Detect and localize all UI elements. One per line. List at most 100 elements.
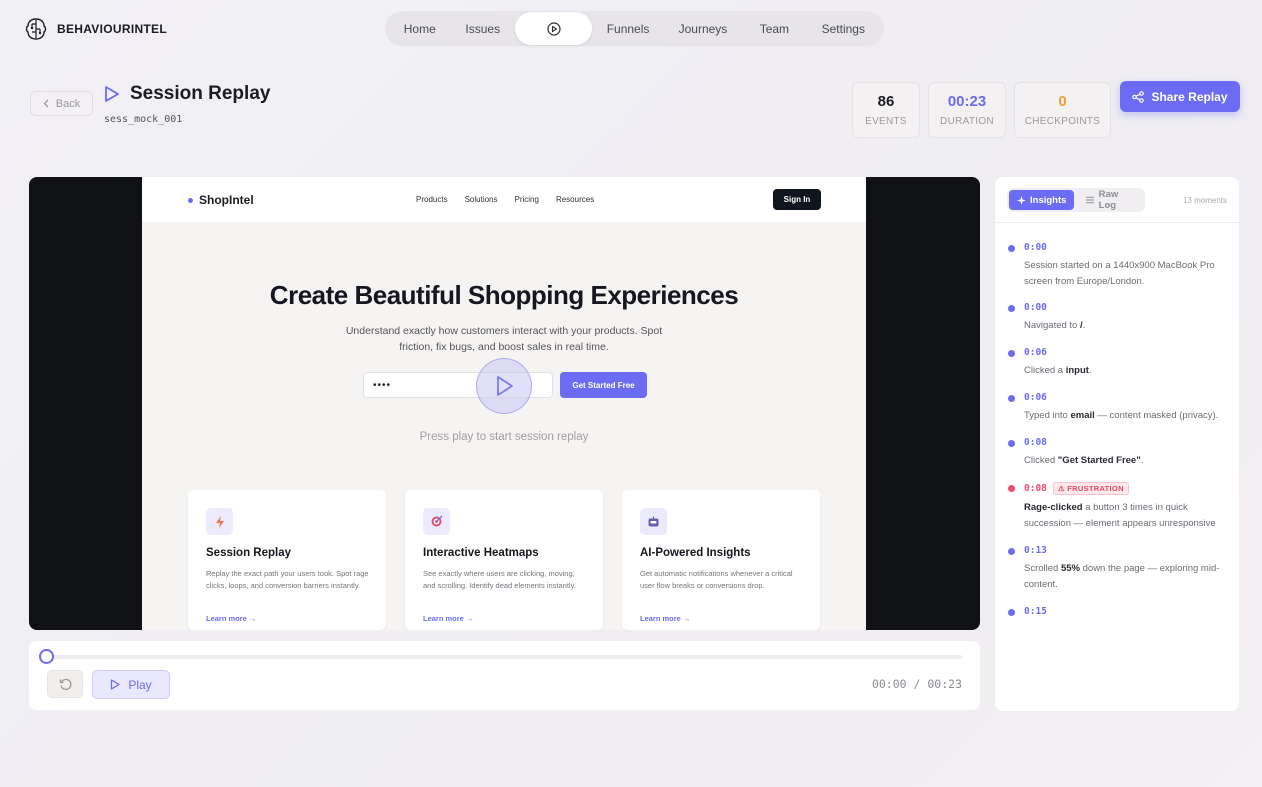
event-time-row: 0:06 [1024,347,1230,358]
timeline-event[interactable]: 0:13 Scrolled 55% down the page — explori… [1008,545,1230,593]
timeline-event[interactable]: 0:15 [1008,606,1230,617]
event-text-emphasis: input [1065,365,1089,376]
robot-icon [640,508,667,535]
event-text-part: Typed into [1024,410,1071,421]
timeline-event[interactable]: 0:06 Typed into email — content masked (p… [1008,392,1230,424]
feature-card: AI-Powered Insights Get automatic notifi… [622,490,820,630]
insights-panel: Insights Raw Log 13 moments 0:00 Session … [995,177,1239,711]
site-link-pricing: Pricing [514,195,539,204]
app-logo[interactable]: BEHAVIOURINTEL [25,17,167,41]
total-time: 00:23 [927,677,962,691]
event-text-part: Scrolled [1024,563,1061,574]
tab-insights[interactable]: Insights [1009,190,1075,210]
progress-thumb[interactable] [39,649,54,664]
restart-icon [59,678,72,690]
timeline-event[interactable]: 0:00 Session started on a 1440x900 MacBoo… [1008,242,1230,290]
page-header: Session Replay sess_mock_001 [104,83,270,125]
site-signin-button: Sign In [773,189,821,210]
stat-checkpoints-value: 0 [1058,93,1067,110]
site-link-products: Products [416,195,448,204]
event-text: Typed into email — content masked (priva… [1024,408,1230,424]
timeline-event[interactable]: 0:08 ⚠ FRUSTRATION Rage-clicked a button 3… [1008,482,1230,532]
event-time-row: 0:06 [1024,392,1230,403]
nav-item-settings[interactable]: Settings [807,12,880,45]
event-time: 0:06 [1024,392,1047,403]
share-icon [1132,90,1145,103]
tab-insights-label: Insights [1030,194,1067,206]
feature-link: Learn more → [423,614,474,623]
panel-divider [995,222,1239,223]
tab-raw-log[interactable]: Raw Log [1078,189,1143,211]
event-text-part: Clicked a [1024,365,1066,376]
timeline-dot [1008,395,1015,402]
lightning-icon [206,508,233,535]
event-text-part: Clicked [1024,455,1058,466]
stat-duration-label: DURATION [940,116,994,127]
time-readout: 00:00 / 00:23 [872,677,962,691]
site-links: Products Solutions Pricing Resources [416,195,594,204]
replay-player[interactable]: ShopIntel Products Solutions Pricing Res… [29,177,980,630]
restart-button[interactable] [47,670,83,698]
event-time: 0:08 [1024,483,1047,494]
site-hero-title: Create Beautiful Shopping Experiences [269,280,739,310]
page-title: Session Replay [130,83,271,104]
play-circle-icon [547,21,561,36]
event-text-emphasis: email [1070,410,1095,421]
sparkle-icon [1017,195,1026,205]
stat-duration-value: 00:23 [947,93,987,110]
event-time-row: 0:00 [1024,302,1230,313]
insights-timeline: 0:00 Session started on a 1440x900 MacBoo… [1008,242,1230,617]
site-logo: ShopIntel [188,193,254,207]
nav-item-home[interactable]: Home [389,12,451,45]
site-nav: ShopIntel Products Solutions Pricing Res… [142,177,866,222]
target-icon [423,508,450,535]
event-text-emphasis: 55% [1060,563,1080,574]
feature-desc: Get automatic notifications whenever a c… [640,569,793,590]
event-time: 0:00 [1024,242,1047,253]
back-button[interactable]: Back [30,91,93,116]
nav-item-issues[interactable]: Issues [451,12,515,45]
timeline-dot [1008,305,1015,312]
progress-track[interactable] [47,655,962,659]
stat-events: 86 EVENTS [852,82,920,138]
nav-item-team[interactable]: Team [742,12,806,45]
event-text-part: . [1088,365,1092,376]
timeline-dot [1008,440,1015,447]
time-separator: / [913,677,921,691]
share-replay-button[interactable]: Share Replay [1120,81,1240,112]
playback-controls: Play 00:00 / 00:23 [29,641,980,710]
site-link-resources: Resources [555,195,595,204]
event-text-part: . [1140,455,1144,466]
feature-desc: See exactly where users are clicking, mo… [423,569,576,590]
event-text-part: . [1082,320,1086,331]
timeline-dot [1008,548,1015,555]
event-time-row: 0:13 [1024,545,1230,556]
press-play-hint: Press play to start session replay [419,431,589,443]
stat-checkpoints: 0 CHECKPOINTS [1014,82,1111,138]
event-time: 0:13 [1024,545,1047,556]
event-text-part: Navigated to [1024,320,1080,331]
feature-desc: Replay the exact path your users took. S… [206,569,369,590]
main-nav: Home Issues Funnels Journeys Team Settings [385,11,884,46]
nav-item-funnels[interactable]: Funnels [592,12,663,45]
timeline-event[interactable]: 0:06 Clicked a input. [1008,347,1230,379]
feature-title: Session Replay [206,547,292,559]
event-time: 0:06 [1024,347,1047,358]
event-text-part: Session started on a 1440x900 MacBook Pr… [1024,260,1215,287]
event-time-row: 0:00 [1024,242,1230,253]
event-time-row: 0:15 [1024,606,1230,617]
timeline-event[interactable]: 0:00 Navigated to /. [1008,302,1230,334]
timeline-dot [1008,350,1015,357]
stat-duration: 00:23 DURATION [928,82,1006,138]
play-overlay-button[interactable] [476,358,532,414]
timeline-event[interactable]: 0:08 Clicked "Get Started Free". [1008,437,1230,469]
event-text: Clicked "Get Started Free". [1024,453,1230,469]
event-text-part: — content masked (privacy). [1094,410,1219,421]
share-label: Share Replay [1151,89,1228,104]
nav-item-replay[interactable] [514,12,593,45]
play-button[interactable]: Play [92,670,170,699]
moments-count: 13 moments [1182,196,1227,205]
nav-item-journeys[interactable]: Journeys [664,12,742,45]
feature-card: Session Replay Replay the exact path you… [188,490,386,630]
feature-card: Interactive Heatmaps See exactly where u… [405,490,603,630]
